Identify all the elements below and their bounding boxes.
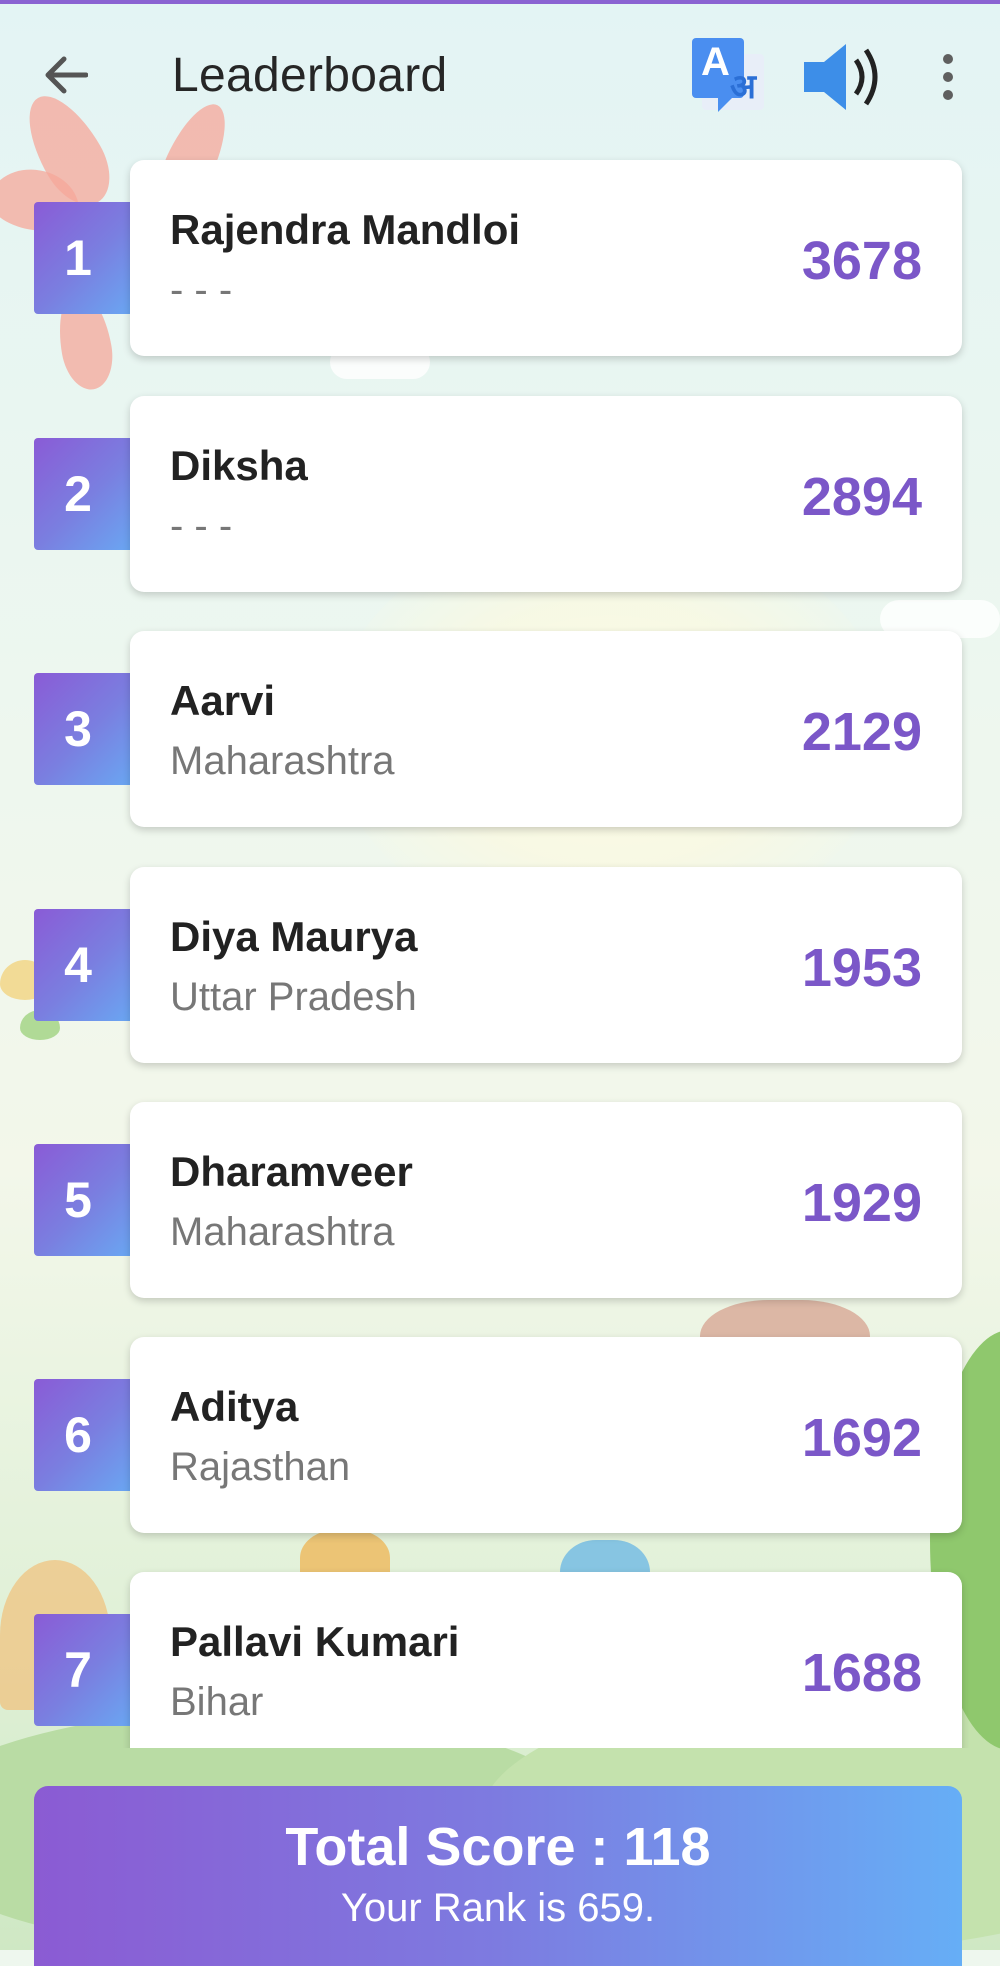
player-region: Bihar [170, 1680, 264, 1724]
rank-badge: 7 [34, 1614, 130, 1726]
total-score: Total Score : 118 [285, 1817, 711, 1877]
rank-badge: 6 [34, 1379, 130, 1491]
player-region: Maharashtra [170, 739, 395, 783]
player-name: Diksha [170, 442, 308, 489]
back-arrow-icon[interactable] [30, 40, 100, 110]
player-name: Aditya [170, 1383, 299, 1430]
player-card: Aditya Rajasthan 1692 [130, 1337, 962, 1533]
player-score: 1953 [801, 938, 922, 998]
rank-badge: 2 [34, 438, 130, 550]
player-region: Maharashtra [170, 1210, 395, 1254]
speaker-icon[interactable] [800, 34, 892, 118]
translate-glyph-latin: A [701, 40, 730, 84]
player-region: - - - [170, 268, 233, 312]
leaderboard-list[interactable]: 1 Rajendra Mandloi - - - 3678 2 Diksha -… [0, 0, 1000, 1748]
rank-badge: 3 [34, 673, 130, 785]
page-title: Leaderboard [172, 49, 448, 102]
player-card: Diya Maurya Uttar Pradesh 1953 [130, 867, 962, 1063]
player-card: Diksha - - - 2894 [130, 396, 962, 592]
player-name: Pallavi Kumari [170, 1618, 460, 1665]
player-score: 1692 [801, 1408, 922, 1468]
leaderboard-row: 7 Pallavi Kumari Bihar 1688 [0, 1572, 1000, 1748]
more-vertical-icon[interactable] [918, 42, 978, 112]
player-card: Dharamveer Maharashtra 1929 [130, 1102, 962, 1298]
player-score: 2894 [801, 467, 922, 527]
leaderboard-row: 6 Aditya Rajasthan 1692 [0, 1337, 1000, 1533]
leaderboard-row: 1 Rajendra Mandloi - - - 3678 [0, 160, 1000, 356]
leaderboard-row: 4 Diya Maurya Uttar Pradesh 1953 [0, 867, 1000, 1063]
player-region: - - - [170, 504, 233, 548]
player-region: Uttar Pradesh [170, 975, 417, 1019]
player-score: 1688 [801, 1643, 922, 1703]
rank-badge: 4 [34, 909, 130, 1021]
leaderboard-row: 3 Aarvi Maharashtra 2129 [0, 631, 1000, 827]
player-card: Aarvi Maharashtra 2129 [130, 631, 962, 827]
player-card: Pallavi Kumari Bihar 1688 [130, 1572, 962, 1748]
app-bar: Leaderboard A अ [0, 4, 1000, 144]
leaderboard-row: 2 Diksha - - - 2894 [0, 396, 1000, 592]
player-score: 3678 [801, 231, 922, 291]
player-region: Rajasthan [170, 1445, 351, 1489]
total-score-bar: Total Score : 118 Your Rank is 659. [34, 1786, 962, 1966]
your-rank: Your Rank is 659. [340, 1886, 656, 1930]
player-score: 1929 [801, 1173, 922, 1233]
player-name: Dharamveer [170, 1148, 413, 1195]
player-name: Aarvi [170, 677, 276, 724]
leaderboard-row: 5 Dharamveer Maharashtra 1929 [0, 1102, 1000, 1298]
player-score: 2129 [801, 702, 922, 762]
translate-icon[interactable]: A अ [688, 34, 772, 118]
player-name: Rajendra Mandloi [170, 206, 521, 253]
rank-badge: 5 [34, 1144, 130, 1256]
player-name: Diya Maurya [170, 913, 418, 960]
rank-badge: 1 [34, 202, 130, 314]
player-card: Rajendra Mandloi - - - 3678 [130, 160, 962, 356]
translate-glyph-hindi: अ [730, 68, 756, 106]
